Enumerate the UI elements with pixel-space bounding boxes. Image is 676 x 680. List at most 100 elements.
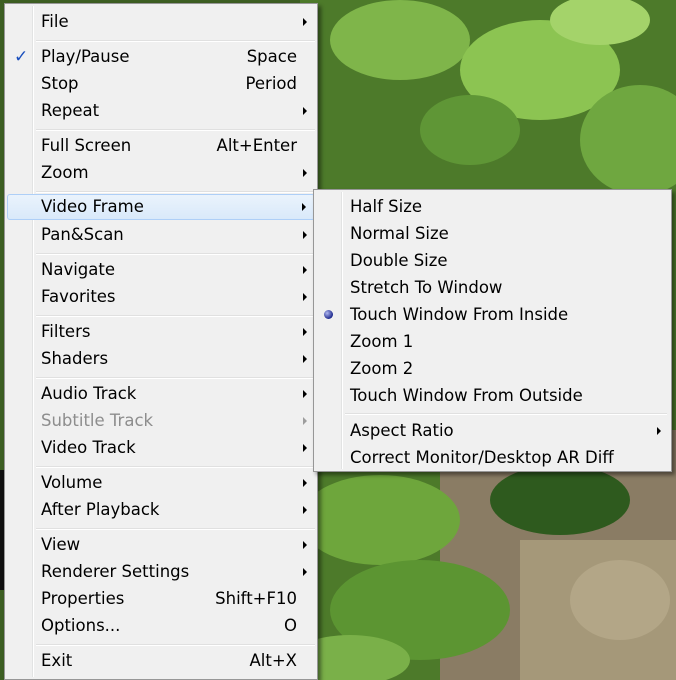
- submenu-item-zoom-2[interactable]: Zoom 2: [316, 356, 669, 382]
- check-icon: ✓: [14, 47, 29, 67]
- submenu-item-correct-monitor-ar[interactable]: Correct Monitor/Desktop AR Diff: [316, 445, 669, 471]
- submenu-item-aspect-ratio[interactable]: Aspect Ratio: [316, 418, 669, 444]
- menu-item-label: Favorites: [41, 287, 116, 306]
- submenu-arrow-icon: [303, 355, 307, 363]
- menu-item-shortcut: Alt+Enter: [216, 136, 297, 155]
- menu-item-label: Volume: [41, 473, 103, 492]
- menu-item-label: Stop: [41, 74, 79, 93]
- submenu-arrow-icon: [302, 203, 306, 211]
- menu-item-shortcut: Period: [245, 74, 297, 93]
- submenu-arrow-icon: [303, 293, 307, 301]
- menu-item-label: Double Size: [350, 251, 448, 270]
- menu-item-play-pause[interactable]: ✓ Play/Pause Space: [7, 44, 315, 70]
- menu-item-label: Repeat: [41, 101, 100, 120]
- menu-separator: [36, 129, 315, 131]
- menu-item-stop[interactable]: Stop Period: [7, 71, 315, 97]
- menu-item-navigate[interactable]: Navigate: [7, 257, 315, 283]
- menu-item-options[interactable]: Options... O: [7, 613, 315, 639]
- submenu-item-touch-window-from-inside[interactable]: Touch Window From Inside: [316, 302, 669, 328]
- submenu-arrow-icon: [303, 18, 307, 26]
- menu-item-label: Half Size: [350, 197, 423, 216]
- menu-item-label: Zoom 2: [350, 359, 414, 378]
- menu-item-video-frame[interactable]: Video Frame: [7, 194, 315, 220]
- menu-item-view[interactable]: View: [7, 532, 315, 558]
- menu-separator: [36, 315, 315, 317]
- menu-item-label: Stretch To Window: [350, 278, 503, 297]
- menu-item-label: Normal Size: [350, 224, 449, 243]
- context-menu: File ✓ Play/Pause Space Stop Period Repe…: [4, 3, 318, 680]
- menu-item-label: Filters: [41, 322, 91, 341]
- submenu-arrow-icon: [303, 568, 307, 576]
- menu-item-full-screen[interactable]: Full Screen Alt+Enter: [7, 133, 315, 159]
- menu-separator: [36, 466, 315, 468]
- submenu-item-zoom-1[interactable]: Zoom 1: [316, 329, 669, 355]
- menu-item-label: File: [41, 12, 69, 31]
- menu-item-label: Play/Pause: [41, 47, 130, 66]
- radio-bullet-icon: [324, 310, 333, 319]
- menu-item-after-playback[interactable]: After Playback: [7, 497, 315, 523]
- menu-item-label: Properties: [41, 589, 125, 608]
- video-frame-submenu: Half Size Normal Size Double Size Stretc…: [313, 189, 672, 472]
- menu-item-favorites[interactable]: Favorites: [7, 284, 315, 310]
- submenu-arrow-icon: [303, 417, 307, 425]
- submenu-arrow-icon: [303, 107, 307, 115]
- submenu-item-stretch-to-window[interactable]: Stretch To Window: [316, 275, 669, 301]
- menu-item-label: Subtitle Track: [41, 411, 154, 430]
- menu-item-label: Video Frame: [41, 197, 144, 216]
- menu-item-exit[interactable]: Exit Alt+X: [7, 648, 315, 674]
- menu-separator: [36, 40, 315, 42]
- menu-item-shortcut: Space: [246, 47, 297, 66]
- menu-item-label: After Playback: [41, 500, 160, 519]
- menu-item-video-track[interactable]: Video Track: [7, 435, 315, 461]
- menu-item-label: Zoom: [41, 163, 89, 182]
- menu-item-pan-scan[interactable]: Pan&Scan: [7, 222, 315, 248]
- menu-item-label: Zoom 1: [350, 332, 414, 351]
- menu-separator: [36, 253, 315, 255]
- menu-item-label: Correct Monitor/Desktop AR Diff: [350, 448, 614, 467]
- menu-item-label: Touch Window From Outside: [350, 386, 583, 405]
- menu-separator: [36, 191, 315, 193]
- submenu-arrow-icon: [303, 444, 307, 452]
- menu-item-label: Touch Window From Inside: [350, 305, 569, 324]
- menu-item-audio-track[interactable]: Audio Track: [7, 381, 315, 407]
- menu-item-zoom[interactable]: Zoom: [7, 160, 315, 186]
- submenu-arrow-icon: [303, 541, 307, 549]
- menu-item-shortcut: Alt+X: [249, 651, 297, 670]
- menu-item-file[interactable]: File: [7, 9, 315, 35]
- menu-separator: [36, 377, 315, 379]
- menu-item-label: Full Screen: [41, 136, 132, 155]
- menu-item-filters[interactable]: Filters: [7, 319, 315, 345]
- menu-item-subtitle-track: Subtitle Track: [7, 408, 315, 434]
- menu-item-renderer-settings[interactable]: Renderer Settings: [7, 559, 315, 585]
- menu-item-label: View: [41, 535, 81, 554]
- menu-item-label: Navigate: [41, 260, 116, 279]
- submenu-arrow-icon: [303, 169, 307, 177]
- menu-item-shaders[interactable]: Shaders: [7, 346, 315, 372]
- menu-item-shortcut: O: [284, 616, 297, 635]
- submenu-arrow-icon: [303, 479, 307, 487]
- submenu-arrow-icon: [303, 328, 307, 336]
- menu-separator: [36, 528, 315, 530]
- submenu-arrow-icon: [657, 427, 661, 435]
- menu-item-label: Audio Track: [41, 384, 137, 403]
- menu-item-volume[interactable]: Volume: [7, 470, 315, 496]
- menu-item-properties[interactable]: Properties Shift+F10: [7, 586, 315, 612]
- menu-item-label: Video Track: [41, 438, 136, 457]
- submenu-arrow-icon: [303, 390, 307, 398]
- submenu-arrow-icon: [303, 506, 307, 514]
- menu-item-shortcut: Shift+F10: [215, 589, 297, 608]
- menu-item-label: Shaders: [41, 349, 109, 368]
- submenu-item-half-size[interactable]: Half Size: [316, 194, 669, 220]
- submenu-item-normal-size[interactable]: Normal Size: [316, 221, 669, 247]
- submenu-item-touch-window-from-outside[interactable]: Touch Window From Outside: [316, 383, 669, 409]
- menu-item-repeat[interactable]: Repeat: [7, 98, 315, 124]
- menu-separator: [345, 413, 667, 415]
- menu-item-label: Renderer Settings: [41, 562, 190, 581]
- submenu-arrow-icon: [303, 266, 307, 274]
- submenu-arrow-icon: [303, 231, 307, 239]
- submenu-item-double-size[interactable]: Double Size: [316, 248, 669, 274]
- menu-item-label: Aspect Ratio: [350, 421, 454, 440]
- menu-item-label: Pan&Scan: [41, 225, 124, 244]
- menu-item-label: Options...: [41, 616, 121, 635]
- menu-separator: [36, 644, 315, 646]
